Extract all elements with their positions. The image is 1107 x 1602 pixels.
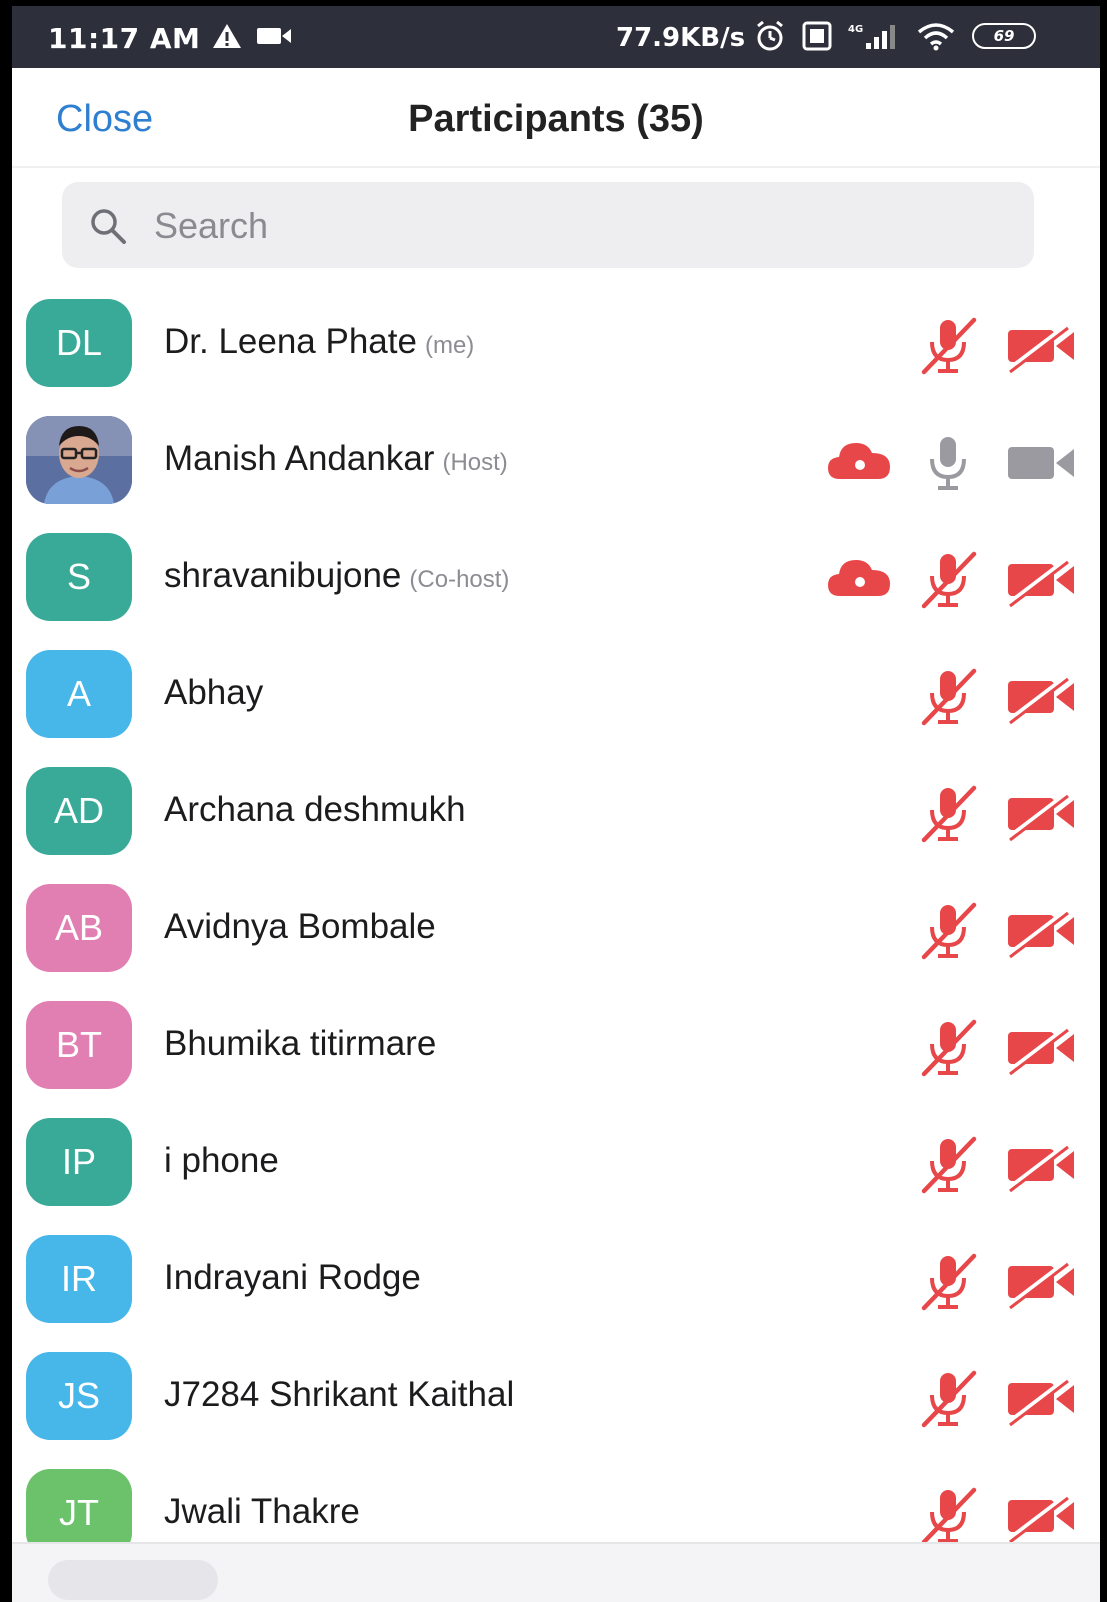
video-off-icon[interactable] (1004, 548, 1078, 617)
avatar: BT (26, 1001, 132, 1089)
video-off-icon[interactable] (1004, 899, 1078, 968)
avatar-initials: JS (57, 1375, 100, 1416)
avatar: JS (26, 1352, 132, 1440)
avatar: IP (26, 1118, 132, 1206)
participant-row[interactable]: DL Dr. Leena Phate (me) (12, 286, 1100, 403)
video-icon[interactable] (1004, 431, 1078, 500)
bottom-action-button[interactable] (48, 1560, 218, 1600)
mic-muted-icon[interactable] (916, 1016, 980, 1085)
participant-name: Avidnya Bombale (164, 907, 436, 946)
avatar-initials: AD (53, 790, 104, 831)
warning-icon (213, 24, 241, 48)
page-title: Participants (35) (408, 98, 704, 140)
search-bar[interactable] (62, 182, 1034, 268)
participant-row[interactable]: JS J7284 Shrikant Kaithal (12, 1339, 1100, 1456)
cloud-recording-icon (824, 548, 896, 613)
participant-name: i phone (164, 1141, 279, 1180)
search-input[interactable] (152, 198, 1016, 254)
participant-name: Archana deshmukh (164, 790, 466, 829)
participant-name: Manish Andankar (164, 439, 435, 478)
participant-row[interactable]: Sshravanibujone (Co-host) (12, 520, 1100, 637)
participant-name: shravanibujone (164, 556, 402, 595)
avatar-initials: BT (55, 1024, 102, 1065)
participant-row[interactable]: IR Indrayani Rodge (12, 1222, 1100, 1339)
status-time: 11:17 AM (48, 22, 201, 55)
avatar-initials: S (66, 556, 91, 597)
participant-name-block: Indrayani Rodge (164, 1258, 421, 1298)
avatar: S (26, 533, 132, 621)
avatar-initials: DL (55, 322, 103, 363)
avatar: DL (26, 299, 132, 387)
participant-row[interactable]: AD Archana deshmukh (12, 754, 1100, 871)
participant-name: Bhumika titirmare (164, 1024, 437, 1063)
mic-muted-icon[interactable] (916, 548, 980, 617)
participant-name: Abhay (164, 673, 264, 712)
avatar: AD (26, 767, 132, 855)
avatar: AB (26, 884, 132, 972)
participants-header: Close Participants (35) (12, 68, 1100, 168)
participant-row[interactable]: A Abhay (12, 637, 1100, 754)
participant-name-block: Bhumika titirmare (164, 1024, 436, 1064)
mic-muted-icon[interactable] (916, 314, 980, 383)
status-bar: 11:17 AM 77.9KB/s 4G 69 (12, 6, 1100, 68)
avatar-initials: IP (61, 1141, 96, 1182)
participant-row[interactable]: AB Avidnya Bombale (12, 871, 1100, 988)
participant-row[interactable]: IP i phone (12, 1105, 1100, 1222)
video-off-icon[interactable] (1004, 1367, 1078, 1436)
participant-name-block: Dr. Leena Phate (me) (164, 322, 474, 362)
battery-icon: 69 (972, 23, 1036, 49)
mic-muted-icon[interactable] (916, 1250, 980, 1319)
participant-name-block: J7284 Shrikant Kaithal (164, 1375, 514, 1415)
alarm-icon (757, 20, 783, 51)
participant-name-block: Manish Andankar (Host) (164, 439, 508, 479)
participant-name: J7284 Shrikant Kaithal (164, 1375, 515, 1414)
search-icon (91, 209, 126, 244)
participant-name: Jwali Thakre (164, 1492, 360, 1531)
avatar: A (26, 650, 132, 738)
participant-row[interactable]: Manish Andankar (Host) (12, 403, 1100, 520)
status-right-icons: 4G 69 (754, 20, 1036, 52)
mic-icon[interactable] (916, 431, 980, 500)
avatar-initials: AB (54, 907, 104, 948)
video-off-icon[interactable] (1004, 1133, 1078, 1202)
sim-icon (802, 21, 832, 51)
avatar-initials: JT (59, 1492, 99, 1533)
status-left-icons (212, 22, 292, 50)
avatar-initials: IR (61, 1258, 97, 1299)
mic-muted-icon[interactable] (916, 782, 980, 851)
signal-icon: 4G (848, 24, 895, 49)
mic-muted-icon[interactable] (916, 899, 980, 968)
video-record-icon (257, 28, 291, 44)
participant-name: Indrayani Rodge (164, 1258, 421, 1297)
participant-name-block: i phone (164, 1141, 279, 1181)
mic-muted-icon[interactable] (916, 1133, 980, 1202)
cloud-recording-icon (824, 431, 896, 496)
participant-name-block: Jwali Thakre (164, 1492, 360, 1532)
mic-muted-icon[interactable] (916, 665, 980, 734)
participant-role-badge: (me) (424, 332, 475, 359)
svg-text:4G: 4G (848, 24, 863, 35)
wifi-icon (917, 23, 955, 51)
network-speed: 77.9KB/s (616, 23, 746, 53)
participant-name-block: Abhay (164, 673, 263, 713)
avatar (26, 416, 132, 504)
mic-muted-icon[interactable] (916, 1367, 980, 1436)
participant-role-badge: (Host) (442, 449, 508, 476)
bottom-bar (12, 1542, 1100, 1602)
avatar-initials: A (66, 673, 91, 714)
participant-name: Dr. Leena Phate (164, 322, 417, 361)
participant-row[interactable]: BT Bhumika titirmare (12, 988, 1100, 1105)
participant-name-block: shravanibujone (Co-host) (164, 556, 509, 596)
video-off-icon[interactable] (1004, 314, 1078, 383)
video-off-icon[interactable] (1004, 1016, 1078, 1085)
app-frame: 11:17 AM 77.9KB/s 4G 69 Close Participan… (12, 6, 1100, 1602)
video-off-icon[interactable] (1004, 782, 1078, 851)
participant-name-block: Avidnya Bombale (164, 907, 436, 947)
video-off-icon[interactable] (1004, 1250, 1078, 1319)
participant-name-block: Archana deshmukh (164, 790, 466, 830)
avatar: IR (26, 1235, 132, 1323)
video-off-icon[interactable] (1004, 665, 1078, 734)
battery-level: 69 (993, 27, 1015, 45)
participant-role-badge: (Co-host) (409, 566, 510, 593)
